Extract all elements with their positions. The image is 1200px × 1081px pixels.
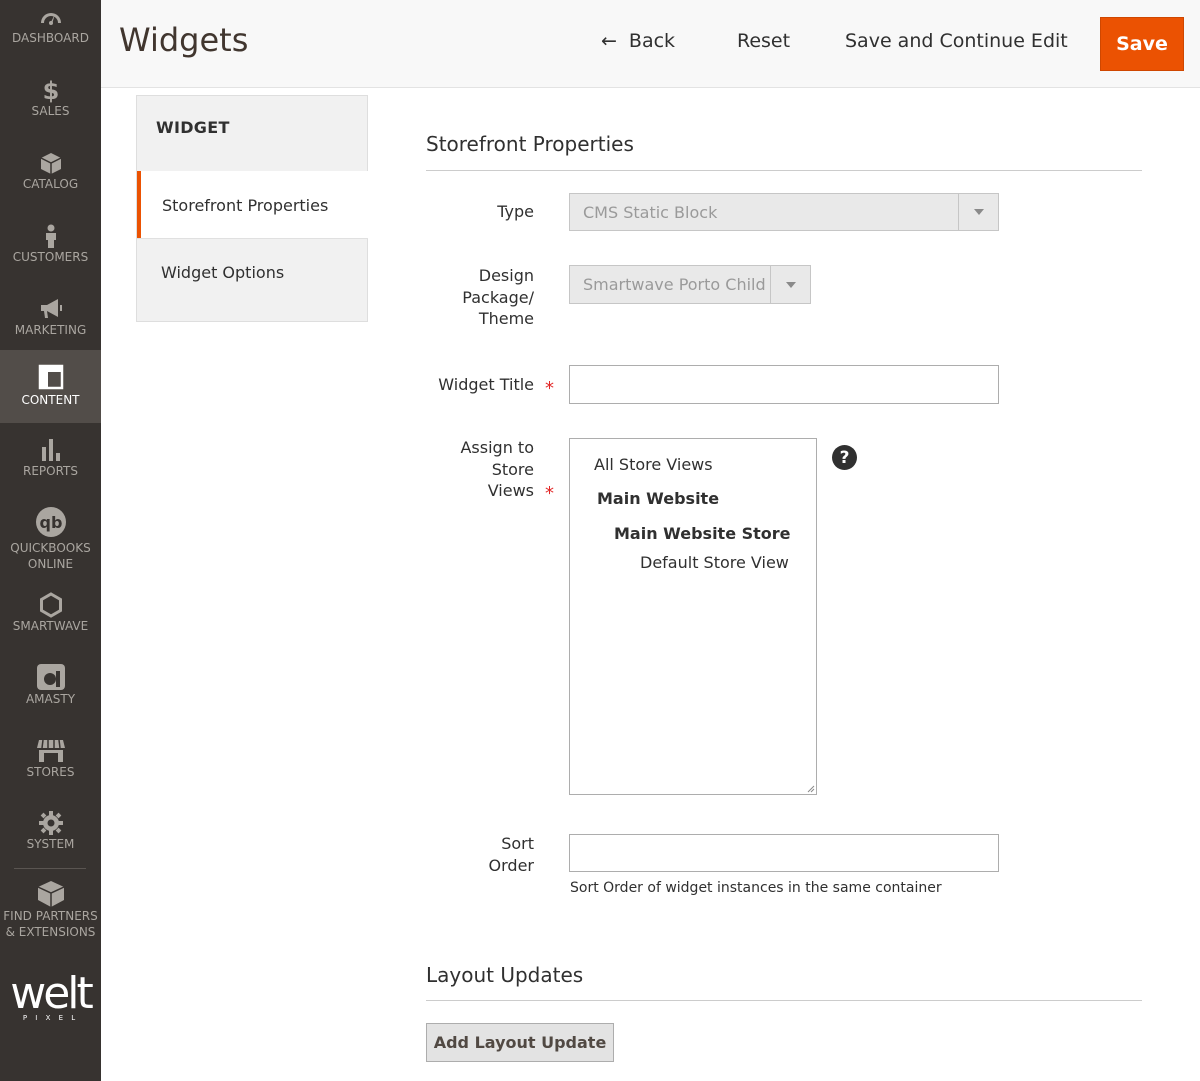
design-label-line: Package/	[462, 287, 534, 307]
nav-label: CATALOG	[22, 177, 79, 191]
gear-icon	[38, 811, 63, 835]
store-views-label-line: Assign to	[460, 438, 534, 457]
page-header: Widgets ← Back Reset Save and Continue Ed…	[101, 0, 1200, 88]
nav-catalog[interactable]: CATALOG	[0, 150, 101, 223]
box-icon	[40, 153, 61, 174]
dollar-icon: $	[42, 77, 59, 103]
nav-amasty[interactable]: AMASTY	[0, 663, 101, 736]
section-title-storefront: Storefront Properties	[426, 132, 634, 156]
extensions-icon	[37, 881, 64, 907]
nav-customers[interactable]: CUSTOMERS	[0, 223, 101, 296]
store-views-label-line: Views	[487, 481, 534, 500]
tab-widget-options[interactable]: Widget Options	[137, 238, 368, 306]
hexagon-icon	[39, 592, 62, 618]
store-view-group: Main Website Store	[614, 524, 791, 543]
nav-reports[interactable]: REPORTS	[0, 437, 101, 510]
bar-chart-icon	[41, 439, 60, 461]
section-divider	[426, 170, 1142, 171]
chevron-down-icon	[770, 266, 810, 303]
nav-label: CONTENT	[21, 393, 80, 407]
tabs-title: WIDGET	[156, 118, 230, 137]
nav-label: REPORTS	[22, 464, 78, 478]
nav-label: MARKETING	[14, 323, 87, 337]
nav-label: & EXTENSIONS	[5, 925, 96, 939]
nav-sales[interactable]: $ SALES	[0, 77, 101, 150]
reset-button[interactable]: Reset	[737, 30, 790, 52]
type-label: Type	[497, 202, 534, 221]
design-theme-label: Design Package/ Theme	[462, 265, 534, 330]
nav-label: CUSTOMERS	[12, 250, 89, 264]
back-label: Back	[628, 30, 676, 52]
quickbooks-icon: qb	[35, 507, 66, 537]
nav-label: SYSTEM	[26, 837, 75, 851]
widget-title-input[interactable]	[569, 365, 999, 404]
admin-sidebar: DASHBOARD $ SALES CATALOG CUSTOMERS MARK…	[0, 0, 101, 1081]
logo-text: welt	[10, 968, 94, 1019]
nav-label: STORES	[26, 765, 75, 779]
add-layout-update-button[interactable]: Add Layout Update	[426, 1023, 614, 1062]
dashboard-icon	[40, 13, 61, 25]
required-asterisk: *	[545, 378, 554, 399]
store-views-label: Assign to Store Views	[460, 437, 534, 502]
svg-text:qb: qb	[39, 513, 62, 532]
design-theme-select[interactable]: Smartwave Porto Child	[569, 265, 811, 304]
store-views-label-line: Store	[491, 459, 534, 479]
megaphone-icon	[40, 299, 62, 318]
nav-label: QUICKBOOKS	[10, 541, 91, 555]
back-button[interactable]: ← Back	[601, 30, 675, 52]
nav-divider	[14, 868, 86, 869]
nav-label: AMASTY	[25, 692, 76, 706]
help-icon[interactable]: ?	[832, 445, 857, 470]
nav-system[interactable]: SYSTEM	[0, 810, 101, 883]
design-select-value: Smartwave Porto Child	[583, 275, 766, 294]
required-asterisk: *	[545, 483, 554, 504]
design-label-line: Design	[478, 266, 534, 285]
layout-icon	[38, 364, 63, 390]
nav-quickbooks[interactable]: qb QUICKBOOKS ONLINE	[0, 506, 101, 576]
widget-title-label: Widget Title	[438, 375, 534, 394]
nav-stores[interactable]: STORES	[0, 738, 101, 811]
svg-text:$: $	[42, 77, 59, 103]
type-select-value: CMS Static Block	[583, 202, 718, 222]
nav-label: DASHBOARD	[12, 31, 89, 45]
amasty-icon	[36, 664, 65, 690]
nav-label: SALES	[31, 104, 70, 118]
nav-label: FIND PARTNERS	[3, 909, 98, 923]
type-select[interactable]: CMS Static Block	[569, 193, 999, 231]
chevron-down-icon	[958, 194, 998, 230]
save-and-continue-button[interactable]: Save and Continue Edit	[845, 30, 1068, 52]
nav-dashboard[interactable]: DASHBOARD	[0, 4, 101, 77]
sort-label-line: Sort	[501, 834, 534, 853]
nav-find-partners[interactable]: FIND PARTNERS & EXTENSIONS	[0, 880, 101, 950]
arrow-left-icon: ←	[601, 30, 617, 52]
weltpixel-logo: welt P I X E L	[0, 972, 101, 1032]
save-button[interactable]: Save	[1100, 17, 1184, 71]
storefront-icon	[36, 739, 65, 762]
store-view-group: Main Website	[597, 489, 720, 508]
page-title: Widgets	[119, 21, 249, 59]
sort-order-note: Sort Order of widget instances in the sa…	[570, 880, 942, 896]
nav-smartwave[interactable]: SMARTWAVE	[0, 592, 101, 665]
store-views-multiselect[interactable]: All Store Views Main Website Main Websit…	[569, 438, 817, 795]
nav-label: SMARTWAVE	[12, 619, 89, 633]
sort-order-input[interactable]	[569, 834, 999, 872]
design-label-line: Theme	[478, 309, 534, 328]
nav-content[interactable]: CONTENT	[0, 350, 101, 423]
tab-storefront-properties[interactable]: Storefront Properties	[137, 171, 368, 239]
nav-label: ONLINE	[27, 557, 74, 571]
person-icon	[45, 224, 56, 248]
widget-tabs: WIDGET Storefront Properties Widget Opti…	[136, 95, 368, 322]
section-divider	[426, 1000, 1142, 1001]
resize-handle-icon[interactable]	[807, 785, 815, 793]
store-view-option[interactable]: Default Store View	[640, 553, 789, 572]
section-title-layout-updates: Layout Updates	[426, 963, 584, 987]
store-view-option[interactable]: All Store Views	[594, 455, 713, 474]
sort-label-line: Order	[488, 855, 534, 875]
sort-order-label: Sort Order	[489, 833, 534, 876]
